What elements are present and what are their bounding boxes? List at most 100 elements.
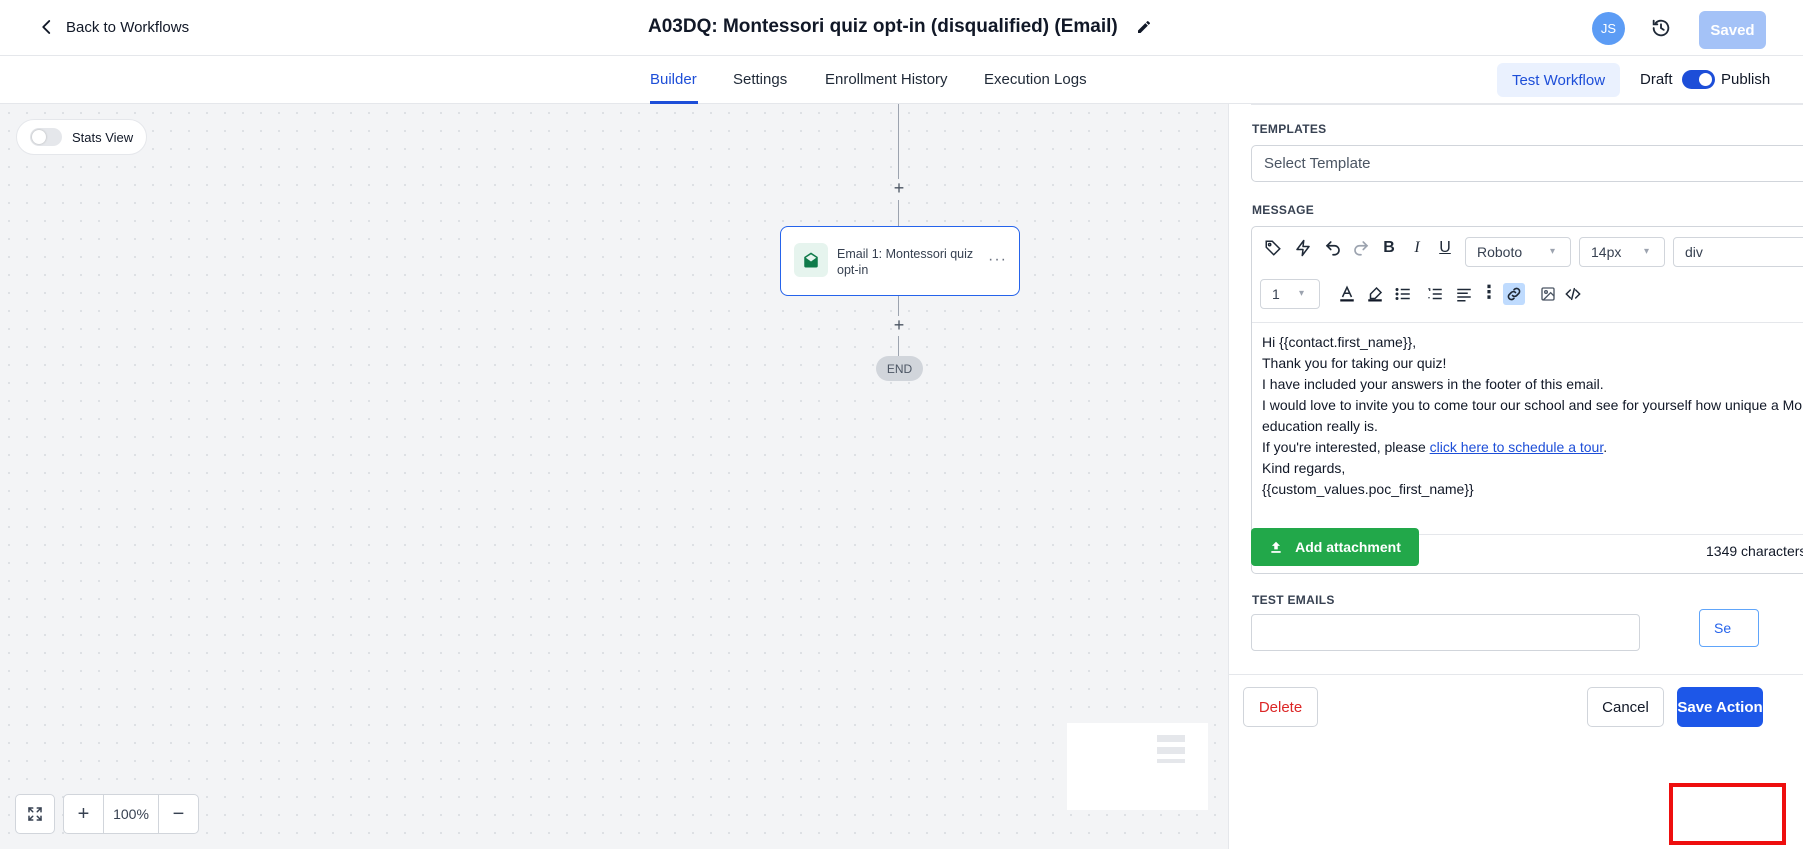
workflow-title-text: A03DQ: Montessori quiz opt-in (disqualif…: [648, 16, 1118, 37]
connector-line: [898, 296, 899, 316]
tab-builder[interactable]: Builder: [650, 71, 697, 88]
interest-suffix: .: [1603, 439, 1608, 455]
link-icon[interactable]: [1503, 283, 1525, 305]
test-emails-label: TEST EMAILS: [1252, 593, 1335, 607]
font-family-value: Roboto: [1477, 244, 1523, 260]
template-select[interactable]: Select Template: [1251, 145, 1803, 182]
add-attachment-label: Add attachment: [1295, 539, 1401, 555]
chevron-down-icon: ▾: [1550, 246, 1556, 257]
add-attachment-button[interactable]: Add attachment: [1251, 528, 1419, 566]
minimap-block: [1157, 759, 1185, 763]
connector-line: [898, 104, 899, 179]
message-body[interactable]: Hi {{contact.first_name}}, Thank you for…: [1262, 332, 1803, 500]
back-to-workflows-link[interactable]: Back to Workflows: [38, 18, 189, 36]
message-line: I would love to invite you to come tour …: [1262, 397, 1803, 413]
connector-line: [898, 336, 899, 356]
message-line: If you're interested, please click here …: [1262, 437, 1803, 458]
add-step-plus-icon[interactable]: +: [890, 316, 908, 334]
italic-icon[interactable]: I: [1406, 237, 1428, 259]
saved-button[interactable]: Saved: [1699, 11, 1766, 49]
test-emails-input[interactable]: [1251, 614, 1640, 651]
connector-line: [898, 200, 899, 226]
draft-label: Draft: [1640, 71, 1673, 88]
publish-toggle[interactable]: [1682, 70, 1715, 89]
send-test-button[interactable]: Se: [1699, 609, 1759, 647]
more-options-icon[interactable]: ···: [988, 251, 1007, 269]
underline-icon[interactable]: U: [1434, 237, 1456, 259]
stats-view-switch[interactable]: [30, 128, 62, 146]
bullet-list-icon[interactable]: [1392, 283, 1414, 305]
save-highlight-box: [1669, 783, 1786, 845]
message-line: Kind regards,: [1262, 460, 1346, 476]
action-settings-panel: TEMPLATES Select Template MESSAGE B I U …: [1228, 104, 1803, 849]
message-editor[interactable]: B I U Roboto ▾ 14px ▾ div 1 ▾ ⋮ Hi {{con…: [1251, 226, 1803, 574]
add-step-plus-icon[interactable]: +: [890, 179, 908, 197]
minimap-block: [1157, 747, 1185, 754]
chevron-down-icon: ▾: [1644, 246, 1650, 257]
zoom-level: 100%: [103, 795, 159, 833]
cancel-button[interactable]: Cancel: [1587, 687, 1664, 727]
font-size-select[interactable]: 14px ▾: [1579, 237, 1665, 267]
undo-icon[interactable]: [1322, 237, 1344, 259]
message-label: MESSAGE: [1252, 203, 1315, 217]
image-icon[interactable]: [1537, 283, 1559, 305]
zoom-controls: + 100% −: [63, 794, 199, 834]
block-type-select[interactable]: div: [1673, 237, 1803, 267]
tag-icon[interactable]: [1262, 237, 1284, 259]
text-color-icon[interactable]: [1336, 283, 1358, 305]
lightning-icon[interactable]: [1292, 237, 1314, 259]
upload-icon: [1271, 541, 1281, 553]
tab-enrollment-history[interactable]: Enrollment History: [825, 71, 948, 88]
stats-view-toggle[interactable]: Stats View: [16, 119, 147, 155]
code-icon[interactable]: [1562, 283, 1584, 305]
email-action-node[interactable]: Email 1: Montessori quiz opt-in ···: [780, 226, 1020, 296]
font-size-value: 14px: [1591, 244, 1622, 260]
edit-pencil-icon[interactable]: [1136, 19, 1152, 35]
redo-icon[interactable]: [1350, 237, 1372, 259]
more-vertical-icon[interactable]: ⋮: [1478, 281, 1500, 303]
schedule-tour-link[interactable]: click here to schedule a tour: [1430, 439, 1604, 455]
chevron-left-icon: [42, 20, 51, 34]
message-line: education really is.: [1262, 418, 1378, 434]
zoom-in-button[interactable]: +: [64, 795, 103, 833]
history-clock-icon[interactable]: [1650, 17, 1672, 39]
message-line: {{custom_values.poc_first_name}}: [1262, 481, 1474, 497]
bold-icon[interactable]: B: [1378, 237, 1400, 259]
fit-view-button[interactable]: [15, 794, 55, 834]
panel-divider: [1251, 104, 1803, 105]
highlight-icon[interactable]: [1364, 283, 1386, 305]
minimap[interactable]: [1067, 723, 1208, 810]
workflow-title: A03DQ: Montessori quiz opt-in (disqualif…: [648, 16, 1152, 38]
character-count: 1349 characters: [1706, 543, 1803, 559]
interest-prefix: If you're interested, please: [1262, 439, 1430, 455]
expand-icon: [28, 807, 42, 821]
message-line: Hi {{contact.first_name}},: [1262, 334, 1417, 350]
block-type-value: div: [1685, 244, 1703, 260]
align-icon[interactable]: [1453, 283, 1475, 305]
editor-divider: [1252, 322, 1803, 323]
tab-settings[interactable]: Settings: [733, 71, 787, 88]
minimap-block: [1157, 735, 1185, 742]
user-avatar[interactable]: JS: [1592, 12, 1625, 45]
font-family-select[interactable]: Roboto ▾: [1465, 237, 1571, 267]
tab-execution-logs[interactable]: Execution Logs: [984, 71, 1087, 88]
templates-label: TEMPLATES: [1252, 122, 1327, 136]
line-height-select[interactable]: 1 ▾: [1260, 279, 1320, 309]
message-line: Thank you for taking our quiz!: [1262, 355, 1447, 371]
back-label: Back to Workflows: [66, 18, 190, 36]
panel-footer-divider: [1229, 674, 1803, 675]
workflow-canvas[interactable]: Stats View + Email 1: Montessori quiz op…: [0, 104, 1228, 849]
test-workflow-button[interactable]: Test Workflow: [1497, 63, 1620, 97]
delete-button[interactable]: Delete: [1243, 687, 1318, 727]
node-label: Email 1: Montessori quiz opt-in: [837, 247, 974, 277]
stats-view-label: Stats View: [72, 129, 134, 145]
publish-label: Publish: [1721, 71, 1771, 88]
top-bar: Back to Workflows A03DQ: Montessori quiz…: [0, 0, 1803, 56]
message-line: I have included your answers in the foot…: [1262, 376, 1604, 392]
zoom-out-button[interactable]: −: [159, 795, 198, 833]
save-action-button[interactable]: Save Action: [1677, 687, 1763, 727]
end-node: END: [876, 356, 923, 381]
numbered-list-icon[interactable]: [1424, 283, 1446, 305]
tabs-bar: Builder Settings Enrollment History Exec…: [0, 56, 1803, 104]
line-height-value: 1: [1272, 286, 1280, 302]
